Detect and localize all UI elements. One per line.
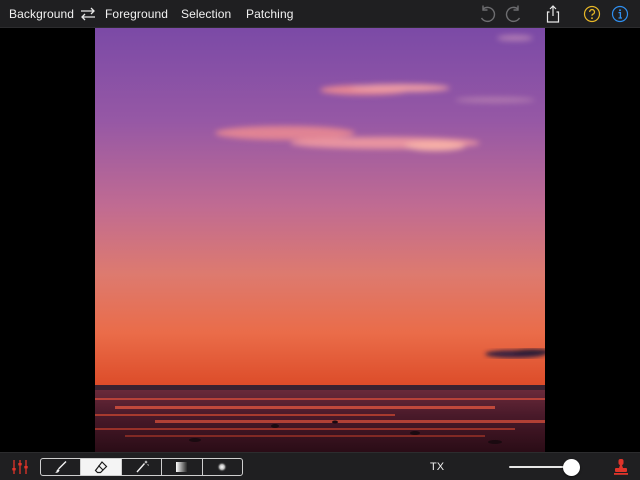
gradient-tool[interactable] — [162, 459, 203, 475]
eraser-icon — [94, 461, 108, 474]
foreground-tab[interactable]: Foreground — [105, 7, 168, 21]
tool-selector — [40, 458, 243, 476]
brush-size-slider-track[interactable] — [509, 466, 571, 468]
stamp-icon[interactable] — [611, 457, 631, 477]
brush-icon — [54, 461, 67, 473]
background-tab[interactable]: Background — [9, 7, 74, 21]
brush-tool[interactable] — [41, 459, 82, 475]
bottom-toolbar: TX — [0, 452, 640, 480]
canvas-area[interactable] — [0, 28, 640, 452]
selection-tab[interactable]: Selection — [181, 7, 231, 21]
patching-tab[interactable]: Patching — [246, 7, 294, 21]
tx-button[interactable]: TX — [430, 461, 444, 473]
top-toolbar: Background Foreground Selection Patching — [0, 0, 640, 28]
help-icon[interactable] — [582, 4, 602, 24]
adjustments-icon[interactable] — [10, 457, 30, 477]
soft-brush-icon — [217, 462, 228, 472]
canvas-image[interactable] — [95, 28, 545, 452]
magic-wand-icon — [135, 460, 149, 473]
soft-brush-tool[interactable] — [203, 459, 242, 475]
undo-icon[interactable] — [477, 4, 497, 24]
sunset-photo — [95, 28, 545, 452]
brush-size-slider-thumb[interactable] — [563, 459, 580, 476]
share-icon[interactable] — [543, 4, 563, 24]
redo-icon[interactable] — [504, 4, 524, 24]
gradient-icon — [175, 462, 187, 472]
info-icon[interactable] — [610, 4, 630, 24]
eraser-tool[interactable] — [81, 459, 122, 475]
magic-wand-tool[interactable] — [122, 459, 163, 475]
swap-arrows-icon[interactable] — [78, 5, 98, 25]
